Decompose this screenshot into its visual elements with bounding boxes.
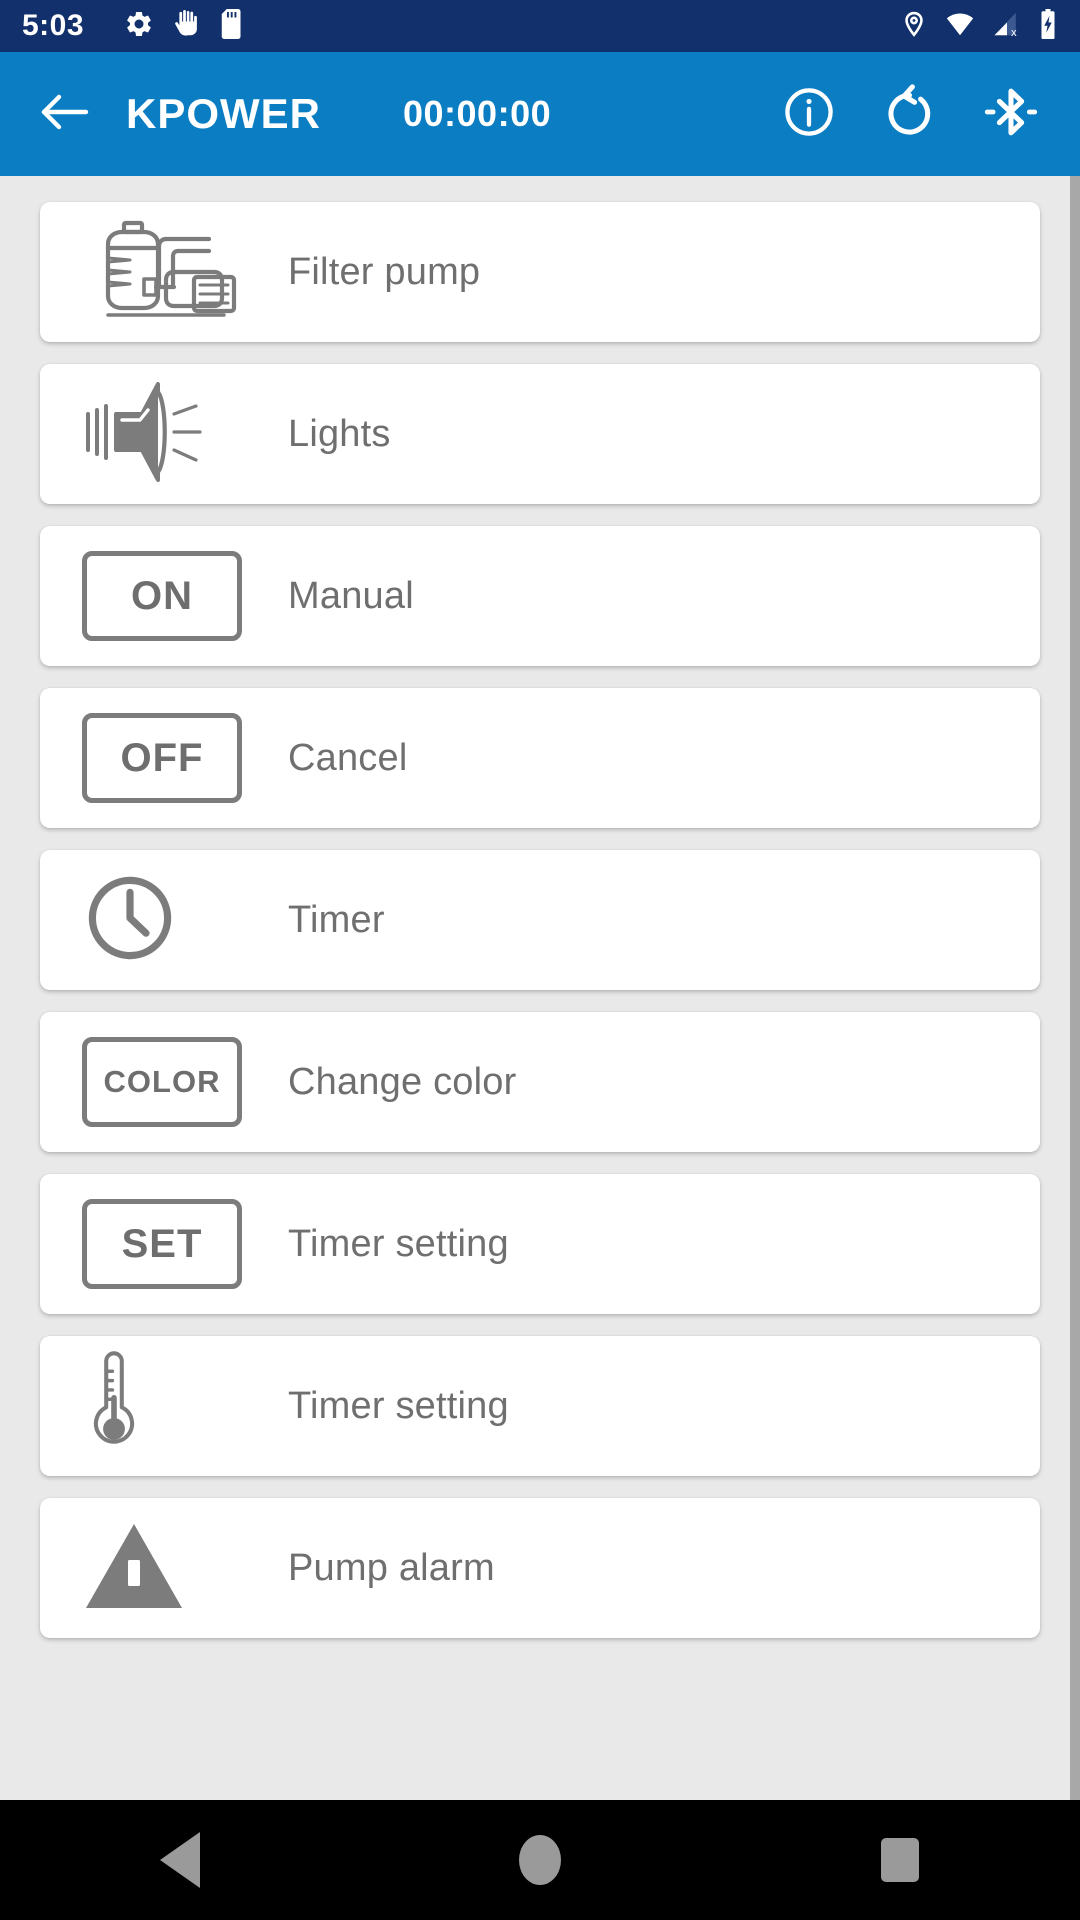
nav-home-button[interactable] [450, 1800, 630, 1920]
list-item[interactable]: SET Timer setting [40, 1174, 1040, 1314]
back-button[interactable] [30, 88, 102, 141]
clock-icon [82, 870, 178, 971]
bluetooth-disabled-icon [982, 83, 1040, 146]
list-item-label: Change color [288, 1060, 517, 1103]
bluetooth-button[interactable] [982, 83, 1040, 146]
page-title: KPOWER [126, 90, 321, 137]
info-button[interactable] [782, 85, 836, 144]
filter-pump-icon [82, 215, 254, 330]
vertical-scrollbar[interactable] [1070, 176, 1080, 1800]
back-triangle-icon [160, 1832, 200, 1888]
list-item-label: Manual [288, 574, 414, 617]
list-item-icon-slot: ON [82, 551, 288, 641]
list-item-label: Filter pump [288, 250, 481, 293]
app-bar: KPOWER 00:00:00 [0, 52, 1080, 176]
nav-recents-button[interactable] [810, 1800, 990, 1920]
app-bar-actions [782, 83, 1050, 146]
restore-button[interactable] [880, 83, 938, 146]
pool-light-icon [82, 376, 208, 493]
list-item-icon-slot [82, 870, 288, 971]
list-item[interactable]: Timer setting [40, 1336, 1040, 1476]
hand-icon [172, 9, 202, 44]
list-item[interactable]: Timer [40, 850, 1040, 990]
back-arrow-icon [38, 88, 94, 141]
list-item-icon-slot [82, 376, 288, 493]
home-circle-icon [519, 1835, 561, 1885]
status-bar-clock: 5:03 [22, 9, 85, 42]
wifi-icon [944, 9, 976, 44]
status-bar-left: 5:03 [22, 8, 246, 44]
recents-square-icon [881, 1838, 919, 1882]
status-bar: 5:03 x [0, 0, 1080, 52]
list-item-icon-slot: COLOR [82, 1037, 288, 1127]
list-item-label: Timer setting [288, 1384, 509, 1427]
list-item[interactable]: Pump alarm [40, 1498, 1040, 1638]
list-item[interactable]: COLOR Change color [40, 1012, 1040, 1152]
session-timer: 00:00:00 [403, 93, 552, 134]
off-button[interactable]: OFF [82, 713, 242, 803]
list-item-label: Cancel [288, 736, 408, 779]
location-pin-icon [900, 9, 928, 44]
list-item[interactable]: ON Manual [40, 526, 1040, 666]
set-button[interactable]: SET [82, 1199, 242, 1289]
content-scroll-area[interactable]: Filter pump Lights ON Manual OFF Cancel … [0, 176, 1080, 1800]
gear-icon [124, 9, 154, 44]
color-button[interactable]: COLOR [82, 1037, 242, 1127]
list-item-icon-slot [82, 1518, 288, 1619]
control-list: Filter pump Lights ON Manual OFF Cancel … [0, 176, 1080, 1638]
status-bar-right: x [900, 8, 1058, 44]
list-item[interactable]: OFF Cancel [40, 688, 1040, 828]
svg-text:x: x [1011, 26, 1017, 38]
list-item-icon-slot [82, 1350, 288, 1462]
warning-triangle-icon [82, 1518, 186, 1619]
list-item-label: Pump alarm [288, 1546, 495, 1589]
list-item-icon-slot [82, 215, 288, 330]
list-item-icon-slot: OFF [82, 713, 288, 803]
info-icon [782, 85, 836, 144]
battery-charging-icon [1038, 8, 1058, 44]
list-item-icon-slot: SET [82, 1199, 288, 1289]
cellular-signal-off-icon: x [992, 9, 1022, 44]
list-item[interactable]: Lights [40, 364, 1040, 504]
list-item-label: Timer setting [288, 1222, 509, 1265]
restore-icon [880, 83, 938, 146]
list-item-label: Lights [288, 412, 391, 455]
nav-back-button[interactable] [90, 1800, 270, 1920]
on-button[interactable]: ON [82, 551, 242, 641]
sd-card-icon [220, 8, 246, 44]
thermometer-icon [82, 1350, 146, 1462]
list-item-label: Timer [288, 898, 385, 941]
list-item[interactable]: Filter pump [40, 202, 1040, 342]
android-nav-bar [0, 1800, 1080, 1920]
